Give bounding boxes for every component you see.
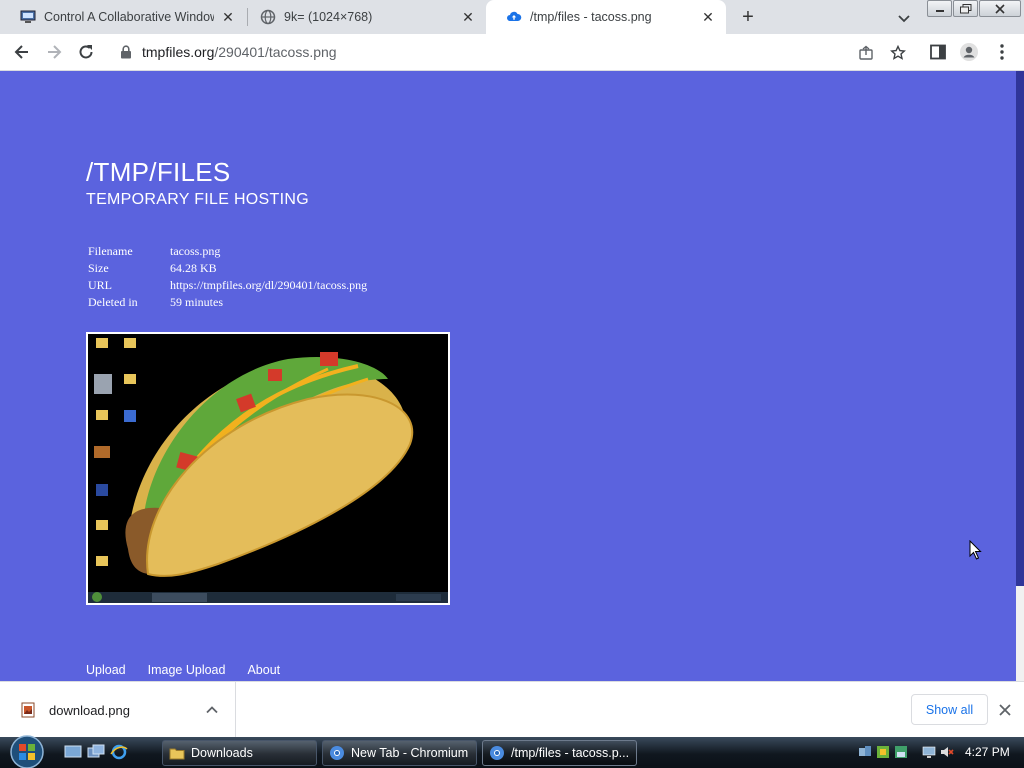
- info-value: 64.28 KB: [170, 261, 217, 275]
- task-label: Downloads: [191, 746, 253, 760]
- taskbar-downloads[interactable]: Downloads: [162, 740, 317, 766]
- url-text: tmpfiles.org/290401/tacoss.png: [142, 44, 337, 60]
- tab-tmpfiles[interactable]: /tmp/files - tacoss.png ✕: [486, 0, 726, 34]
- reload-icon[interactable]: [76, 42, 96, 62]
- close-tab-icon[interactable]: ✕: [700, 9, 716, 25]
- tray-utility-icon[interactable]: [894, 745, 908, 759]
- window-controls: [927, 0, 1022, 18]
- info-label: URL: [88, 278, 112, 292]
- task-label: New Tab - Chromium: [351, 746, 469, 760]
- info-label: Filename: [88, 244, 133, 258]
- image-upload-link[interactable]: Image Upload: [148, 663, 226, 677]
- globe-icon: [260, 9, 276, 25]
- start-orb-icon[interactable]: [8, 734, 46, 768]
- chevron-up-icon[interactable]: [205, 703, 219, 717]
- new-tab-button[interactable]: +: [736, 5, 760, 29]
- info-row: URL https://tmpfiles.org/dl/290401/tacos…: [86, 278, 369, 295]
- side-panel-icon[interactable]: [928, 42, 948, 62]
- tray-monitor-icon[interactable]: [922, 745, 936, 759]
- taco-desktop-image: [88, 334, 448, 603]
- switch-windows-icon[interactable]: [87, 744, 105, 760]
- windows-taskbar: Downloads New Tab - Chromium /tmp/files …: [0, 734, 1024, 768]
- url-path: /290401/tacoss.png: [214, 44, 337, 60]
- mouse-cursor-icon: [969, 540, 982, 560]
- info-label: Size: [88, 261, 109, 275]
- tab-title: 9k= (1024×768): [284, 10, 373, 24]
- close-window-icon[interactable]: [979, 0, 1021, 17]
- tab-title: Control A Collaborative Windows: [44, 10, 214, 24]
- download-item[interactable]: download.png: [0, 682, 236, 738]
- folder-icon: [169, 748, 185, 760]
- minimize-icon[interactable]: [927, 0, 952, 17]
- tab-control-windows[interactable]: Control A Collaborative Windows ✕: [0, 0, 246, 34]
- info-url-link[interactable]: https://tmpfiles.org/dl/290401/tacoss.pn…: [168, 278, 369, 295]
- info-value: tacoss.png: [170, 244, 221, 258]
- bookmark-star-icon[interactable]: [890, 45, 906, 61]
- about-link[interactable]: About: [247, 663, 280, 677]
- show-desktop-icon[interactable]: [64, 744, 82, 760]
- download-bar: download.png Show all: [0, 681, 1024, 738]
- tray-program-icon[interactable]: [876, 745, 890, 759]
- task-label: /tmp/files - tacoss.p...: [511, 746, 630, 760]
- site-subtitle: TEMPORARY FILE HOSTING: [86, 191, 309, 208]
- info-row: Filename tacoss.png: [86, 244, 369, 261]
- show-all-button[interactable]: Show all: [911, 694, 988, 725]
- taskbar-clock[interactable]: 4:27 PM: [965, 745, 1010, 759]
- browser-toolbar: tmpfiles.org/290401/tacoss.png: [0, 34, 1024, 71]
- tab-strip: Control A Collaborative Windows ✕ 9k= (1…: [0, 0, 1024, 34]
- upload-link[interactable]: Upload: [86, 663, 126, 677]
- tab-image[interactable]: 9k= (1024×768) ✕: [240, 0, 486, 34]
- page-content: /TMP/FILES TEMPORARY FILE HOSTING Filena…: [0, 71, 1016, 681]
- taskbar-tmpfiles[interactable]: /tmp/files - tacoss.p...: [482, 740, 637, 766]
- taskbar-new-tab-chromium[interactable]: New Tab - Chromium: [322, 740, 477, 766]
- file-info-table: Filename tacoss.png Size 64.28 KB URL ht…: [86, 244, 369, 312]
- profile-avatar-icon[interactable]: [959, 42, 979, 62]
- close-tab-icon[interactable]: ✕: [460, 9, 476, 25]
- footer-links: Upload Image Upload About: [86, 663, 280, 677]
- info-row: Deleted in 59 minutes: [86, 295, 369, 312]
- info-label: Deleted in: [88, 295, 138, 309]
- restore-icon[interactable]: [953, 0, 978, 17]
- image-preview[interactable]: [86, 332, 450, 605]
- address-bar[interactable]: tmpfiles.org/290401/tacoss.png: [106, 38, 922, 67]
- image-file-icon: [21, 702, 35, 718]
- volume-muted-icon[interactable]: [940, 745, 954, 759]
- info-row: Size 64.28 KB: [86, 261, 369, 278]
- tab-title: /tmp/files - tacoss.png: [530, 10, 652, 24]
- site-title: /TMP/FILES: [86, 157, 231, 187]
- scrollbar-thumb[interactable]: [1016, 71, 1024, 586]
- close-download-bar-icon[interactable]: [997, 702, 1013, 718]
- info-value: 59 minutes: [170, 295, 223, 309]
- forward-arrow-icon[interactable]: [44, 42, 64, 62]
- page-scrollbar[interactable]: [1016, 71, 1024, 681]
- tab-search-chevron-icon[interactable]: [895, 9, 913, 27]
- chromium-icon: [330, 746, 344, 760]
- url-host: tmpfiles.org: [142, 44, 215, 60]
- back-arrow-icon[interactable]: [12, 42, 32, 62]
- lock-icon[interactable]: [120, 45, 132, 59]
- share-icon[interactable]: [858, 45, 874, 61]
- download-filename: download.png: [49, 703, 130, 718]
- chromium-icon: [490, 746, 504, 760]
- close-tab-icon[interactable]: ✕: [220, 9, 236, 25]
- internet-explorer-icon[interactable]: [110, 744, 128, 760]
- tray-network-icon[interactable]: [858, 745, 872, 759]
- remote-desktop-icon: [20, 10, 36, 23]
- menu-kebab-icon[interactable]: [992, 42, 1012, 62]
- cloud-upload-icon: [507, 11, 522, 21]
